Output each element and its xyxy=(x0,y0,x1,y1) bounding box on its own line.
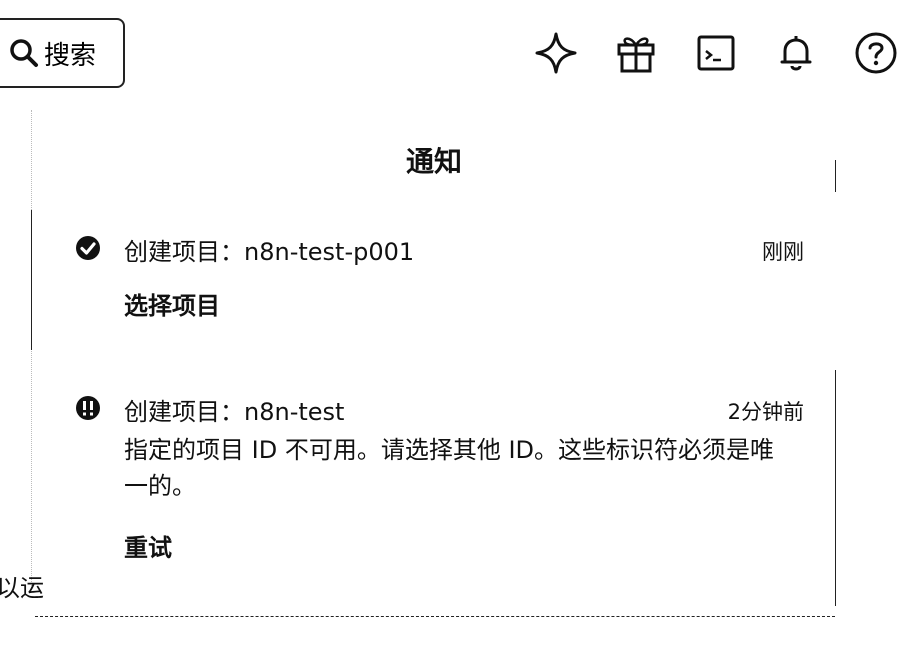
check-circle-icon xyxy=(74,234,102,262)
background-divider xyxy=(31,110,32,590)
notification-title: 创建项目：n8n-test xyxy=(124,398,345,426)
panel-border xyxy=(835,370,836,606)
notification-item: 创建项目：n8n-test 2分钟前 指定的项目 ID 不可用。请选择其他 ID… xyxy=(74,392,804,572)
search-label: 搜索 xyxy=(44,39,97,70)
terminal-icon[interactable] xyxy=(693,30,739,76)
notification-time: 刚刚 xyxy=(762,240,804,264)
notification-title: 创建项目：n8n-test-p001 xyxy=(124,238,415,266)
gift-icon[interactable] xyxy=(613,30,659,76)
select-project-button[interactable]: 选择项目 xyxy=(124,286,220,321)
background-border xyxy=(31,210,32,350)
panel-bottom-border xyxy=(35,616,835,617)
search-button[interactable]: 搜索 xyxy=(0,18,125,88)
notification-item: 创建项目：n8n-test-p001 刚刚 选择项目 xyxy=(74,232,804,322)
search-icon xyxy=(10,39,38,67)
help-icon[interactable] xyxy=(853,30,899,76)
error-circle-icon xyxy=(74,394,102,422)
retry-button[interactable]: 重试 xyxy=(124,528,172,563)
panel-border xyxy=(835,160,836,192)
notification-time: 2分钟前 xyxy=(727,400,804,424)
background-text: 以运 xyxy=(0,574,44,602)
notification-description: 指定的项目 ID 不可用。请选择其他 ID。这些标识符必须是唯一的。 xyxy=(124,436,775,500)
notifications-title: 通知 xyxy=(405,145,462,178)
bell-icon[interactable] xyxy=(773,30,819,76)
sparkle-icon[interactable] xyxy=(533,30,579,76)
app-window: 搜索 以运 通知 创建项目：n8n-test-p001 刚刚 选择项目 创建项目… xyxy=(0,0,922,670)
